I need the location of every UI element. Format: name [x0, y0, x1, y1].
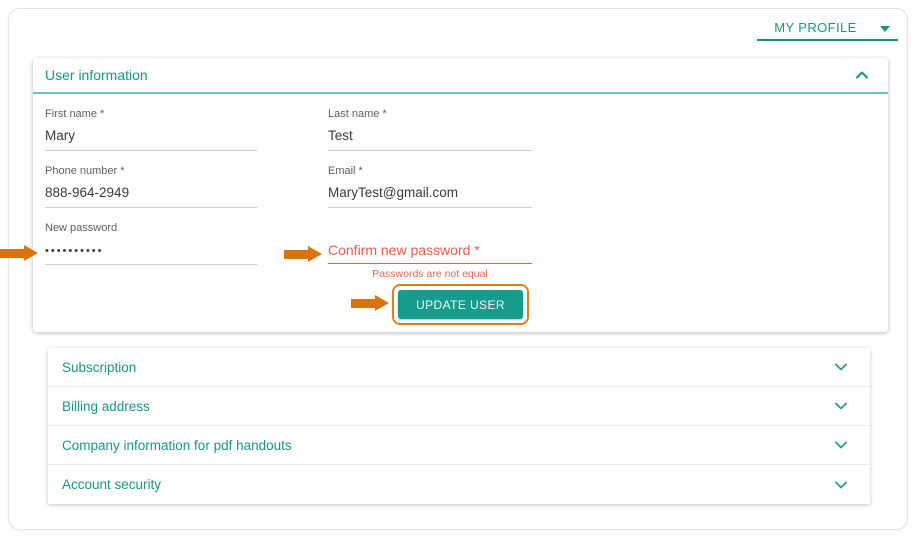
phone-number-label: Phone number * — [45, 165, 257, 177]
chevron-up-icon — [856, 71, 868, 79]
new-password-input[interactable]: •••••••••• — [45, 242, 257, 265]
first-name-input[interactable]: Mary — [45, 128, 257, 151]
phone-number-input[interactable]: 888-964-2949 — [45, 185, 257, 208]
my-profile-select[interactable]: MY PROFILE — [757, 14, 898, 41]
confirm-password-input[interactable]: Confirm new password * — [328, 242, 532, 264]
chevron-down-icon — [835, 441, 847, 449]
user-information-header[interactable]: User information — [33, 58, 888, 94]
section-subscription[interactable]: Subscription — [48, 348, 870, 387]
update-user-button[interactable]: UPDATE USER — [398, 290, 523, 319]
chevron-down-icon — [835, 481, 847, 489]
new-password-label: New password — [45, 222, 257, 234]
section-title: User information — [45, 67, 148, 83]
email-label: Email * — [328, 165, 532, 177]
last-name-label: Last name * — [328, 108, 532, 120]
profile-page: MY PROFILE User information First name *… — [0, 0, 920, 544]
password-error-text: Passwords are not equal — [328, 268, 532, 280]
chevron-down-icon — [835, 363, 847, 371]
chevron-down-icon — [880, 26, 890, 32]
section-account-security[interactable]: Account security — [48, 465, 870, 504]
chevron-down-icon — [835, 402, 847, 410]
settings-accordion: Subscription Billing address Company inf… — [48, 348, 870, 504]
email-input[interactable]: MaryTest@gmail.com — [328, 185, 532, 208]
last-name-input[interactable]: Test — [328, 128, 532, 151]
section-billing-address[interactable]: Billing address — [48, 387, 870, 426]
user-information-card: User information First name * Mary Last … — [33, 58, 888, 332]
section-company-information[interactable]: Company information for pdf handouts — [48, 426, 870, 465]
first-name-label: First name * — [45, 108, 257, 120]
my-profile-label: MY PROFILE — [757, 20, 874, 35]
